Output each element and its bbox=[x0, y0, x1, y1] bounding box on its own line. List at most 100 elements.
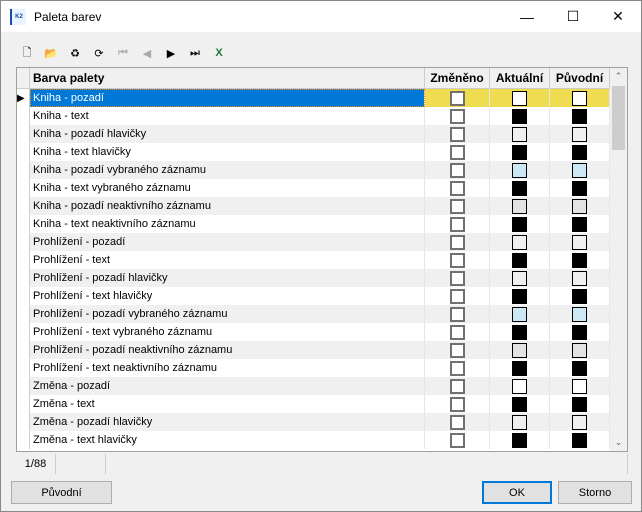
changed-cell[interactable] bbox=[425, 233, 490, 251]
current-color-cell[interactable] bbox=[490, 161, 550, 179]
current-color-cell[interactable] bbox=[490, 89, 550, 107]
changed-cell[interactable] bbox=[425, 323, 490, 341]
current-color-swatch[interactable] bbox=[512, 234, 527, 250]
current-color-cell[interactable] bbox=[490, 287, 550, 305]
changed-checkbox[interactable] bbox=[449, 288, 465, 304]
changed-checkbox[interactable] bbox=[449, 324, 465, 340]
maximize-button[interactable]: ☐ bbox=[550, 1, 596, 32]
current-color-cell[interactable] bbox=[490, 179, 550, 197]
scroll-down-icon[interactable]: ⌄ bbox=[610, 434, 627, 451]
current-color-swatch[interactable] bbox=[512, 378, 527, 394]
changed-cell[interactable] bbox=[425, 341, 490, 359]
current-color-swatch[interactable] bbox=[512, 180, 527, 196]
changed-checkbox[interactable] bbox=[449, 162, 465, 178]
changed-cell[interactable] bbox=[425, 251, 490, 269]
changed-checkbox[interactable] bbox=[449, 126, 465, 142]
current-color-swatch[interactable] bbox=[512, 306, 527, 322]
current-color-cell[interactable] bbox=[490, 359, 550, 377]
table-row[interactable]: Prohlížení - pozadí neaktivního záznamu bbox=[17, 341, 610, 359]
changed-cell[interactable] bbox=[425, 89, 490, 107]
current-color-cell[interactable] bbox=[490, 233, 550, 251]
table-row[interactable]: Prohlížení - text bbox=[17, 251, 610, 269]
changed-cell[interactable] bbox=[425, 377, 490, 395]
changed-cell[interactable] bbox=[425, 413, 490, 431]
table-row[interactable]: Kniha - pozadí vybraného záznamu bbox=[17, 161, 610, 179]
table-row[interactable]: Prohlížení - text hlavičky bbox=[17, 287, 610, 305]
current-color-swatch[interactable] bbox=[512, 432, 527, 448]
changed-checkbox[interactable] bbox=[449, 414, 465, 430]
changed-checkbox[interactable] bbox=[449, 306, 465, 322]
new-icon[interactable]: 🗋 bbox=[17, 44, 37, 62]
open-folder-icon[interactable]: 📂 bbox=[41, 44, 61, 62]
recycle-icon[interactable]: ♻ bbox=[65, 44, 85, 62]
current-color-swatch[interactable] bbox=[512, 252, 527, 268]
table-row[interactable]: Prohlížení - text vybraného záznamu bbox=[17, 323, 610, 341]
current-color-swatch[interactable] bbox=[512, 216, 527, 232]
table-row[interactable]: Změna - pozadí bbox=[17, 377, 610, 395]
changed-checkbox[interactable] bbox=[449, 180, 465, 196]
table-row[interactable]: ▶ Kniha - pozadí bbox=[17, 89, 610, 107]
table-row[interactable]: Kniha - text neaktivního záznamu bbox=[17, 215, 610, 233]
changed-checkbox[interactable] bbox=[449, 144, 465, 160]
table-row[interactable]: Změna - text bbox=[17, 395, 610, 413]
changed-cell[interactable] bbox=[425, 143, 490, 161]
column-header-changed[interactable]: Změněno bbox=[425, 68, 490, 88]
vertical-scrollbar[interactable]: ⌃ ⌄ bbox=[610, 68, 627, 451]
scroll-up-icon[interactable]: ⌃ bbox=[610, 68, 627, 85]
table-row[interactable]: Prohlížení - text neaktivního záznamu bbox=[17, 359, 610, 377]
changed-checkbox[interactable] bbox=[449, 378, 465, 394]
changed-checkbox[interactable] bbox=[449, 234, 465, 250]
ok-button[interactable]: OK bbox=[482, 481, 552, 504]
changed-checkbox[interactable] bbox=[449, 252, 465, 268]
table-row[interactable]: Prohlížení - pozadí bbox=[17, 233, 610, 251]
current-color-cell[interactable] bbox=[490, 431, 550, 449]
current-color-cell[interactable] bbox=[490, 341, 550, 359]
current-color-cell[interactable] bbox=[490, 323, 550, 341]
refresh-icon[interactable]: ⟳ bbox=[89, 44, 109, 62]
changed-cell[interactable] bbox=[425, 107, 490, 125]
scrollbar-thumb[interactable] bbox=[612, 86, 625, 150]
current-color-cell[interactable] bbox=[490, 377, 550, 395]
current-color-swatch[interactable] bbox=[512, 342, 527, 358]
changed-cell[interactable] bbox=[425, 305, 490, 323]
table-row[interactable]: Kniha - text hlavičky bbox=[17, 143, 610, 161]
table-row[interactable]: Kniha - text vybraného záznamu bbox=[17, 179, 610, 197]
current-color-swatch[interactable] bbox=[512, 396, 527, 412]
current-color-swatch[interactable] bbox=[512, 198, 527, 214]
excel-export-icon[interactable]: X bbox=[209, 44, 229, 62]
cancel-button[interactable]: Storno bbox=[558, 481, 632, 504]
table-row[interactable]: Kniha - text bbox=[17, 107, 610, 125]
changed-cell[interactable] bbox=[425, 287, 490, 305]
current-color-swatch[interactable] bbox=[512, 288, 527, 304]
changed-checkbox[interactable] bbox=[449, 342, 465, 358]
current-color-cell[interactable] bbox=[490, 215, 550, 233]
current-color-swatch[interactable] bbox=[512, 324, 527, 340]
current-color-swatch[interactable] bbox=[512, 126, 527, 142]
current-color-swatch[interactable] bbox=[512, 360, 527, 376]
current-color-cell[interactable] bbox=[490, 269, 550, 287]
changed-cell[interactable] bbox=[425, 161, 490, 179]
previous-record-icon[interactable]: ◀ bbox=[137, 44, 157, 62]
changed-checkbox[interactable] bbox=[449, 90, 465, 106]
changed-checkbox[interactable] bbox=[449, 108, 465, 124]
changed-cell[interactable] bbox=[425, 179, 490, 197]
current-color-swatch[interactable] bbox=[512, 414, 527, 430]
column-header-original[interactable]: Původní bbox=[550, 68, 610, 88]
current-color-swatch[interactable] bbox=[512, 270, 527, 286]
changed-cell[interactable] bbox=[425, 359, 490, 377]
changed-checkbox[interactable] bbox=[449, 198, 465, 214]
changed-cell[interactable] bbox=[425, 431, 490, 449]
current-color-cell[interactable] bbox=[490, 395, 550, 413]
changed-checkbox[interactable] bbox=[449, 270, 465, 286]
changed-cell[interactable] bbox=[425, 269, 490, 287]
column-header-palette-color[interactable]: Barva palety bbox=[30, 68, 425, 88]
changed-checkbox[interactable] bbox=[449, 432, 465, 448]
current-color-cell[interactable] bbox=[490, 125, 550, 143]
current-color-swatch[interactable] bbox=[512, 90, 527, 106]
current-color-cell[interactable] bbox=[490, 197, 550, 215]
close-button[interactable]: ✕ bbox=[595, 1, 641, 32]
current-color-cell[interactable] bbox=[490, 413, 550, 431]
minimize-button[interactable]: — bbox=[504, 1, 550, 32]
changed-cell[interactable] bbox=[425, 395, 490, 413]
changed-cell[interactable] bbox=[425, 125, 490, 143]
